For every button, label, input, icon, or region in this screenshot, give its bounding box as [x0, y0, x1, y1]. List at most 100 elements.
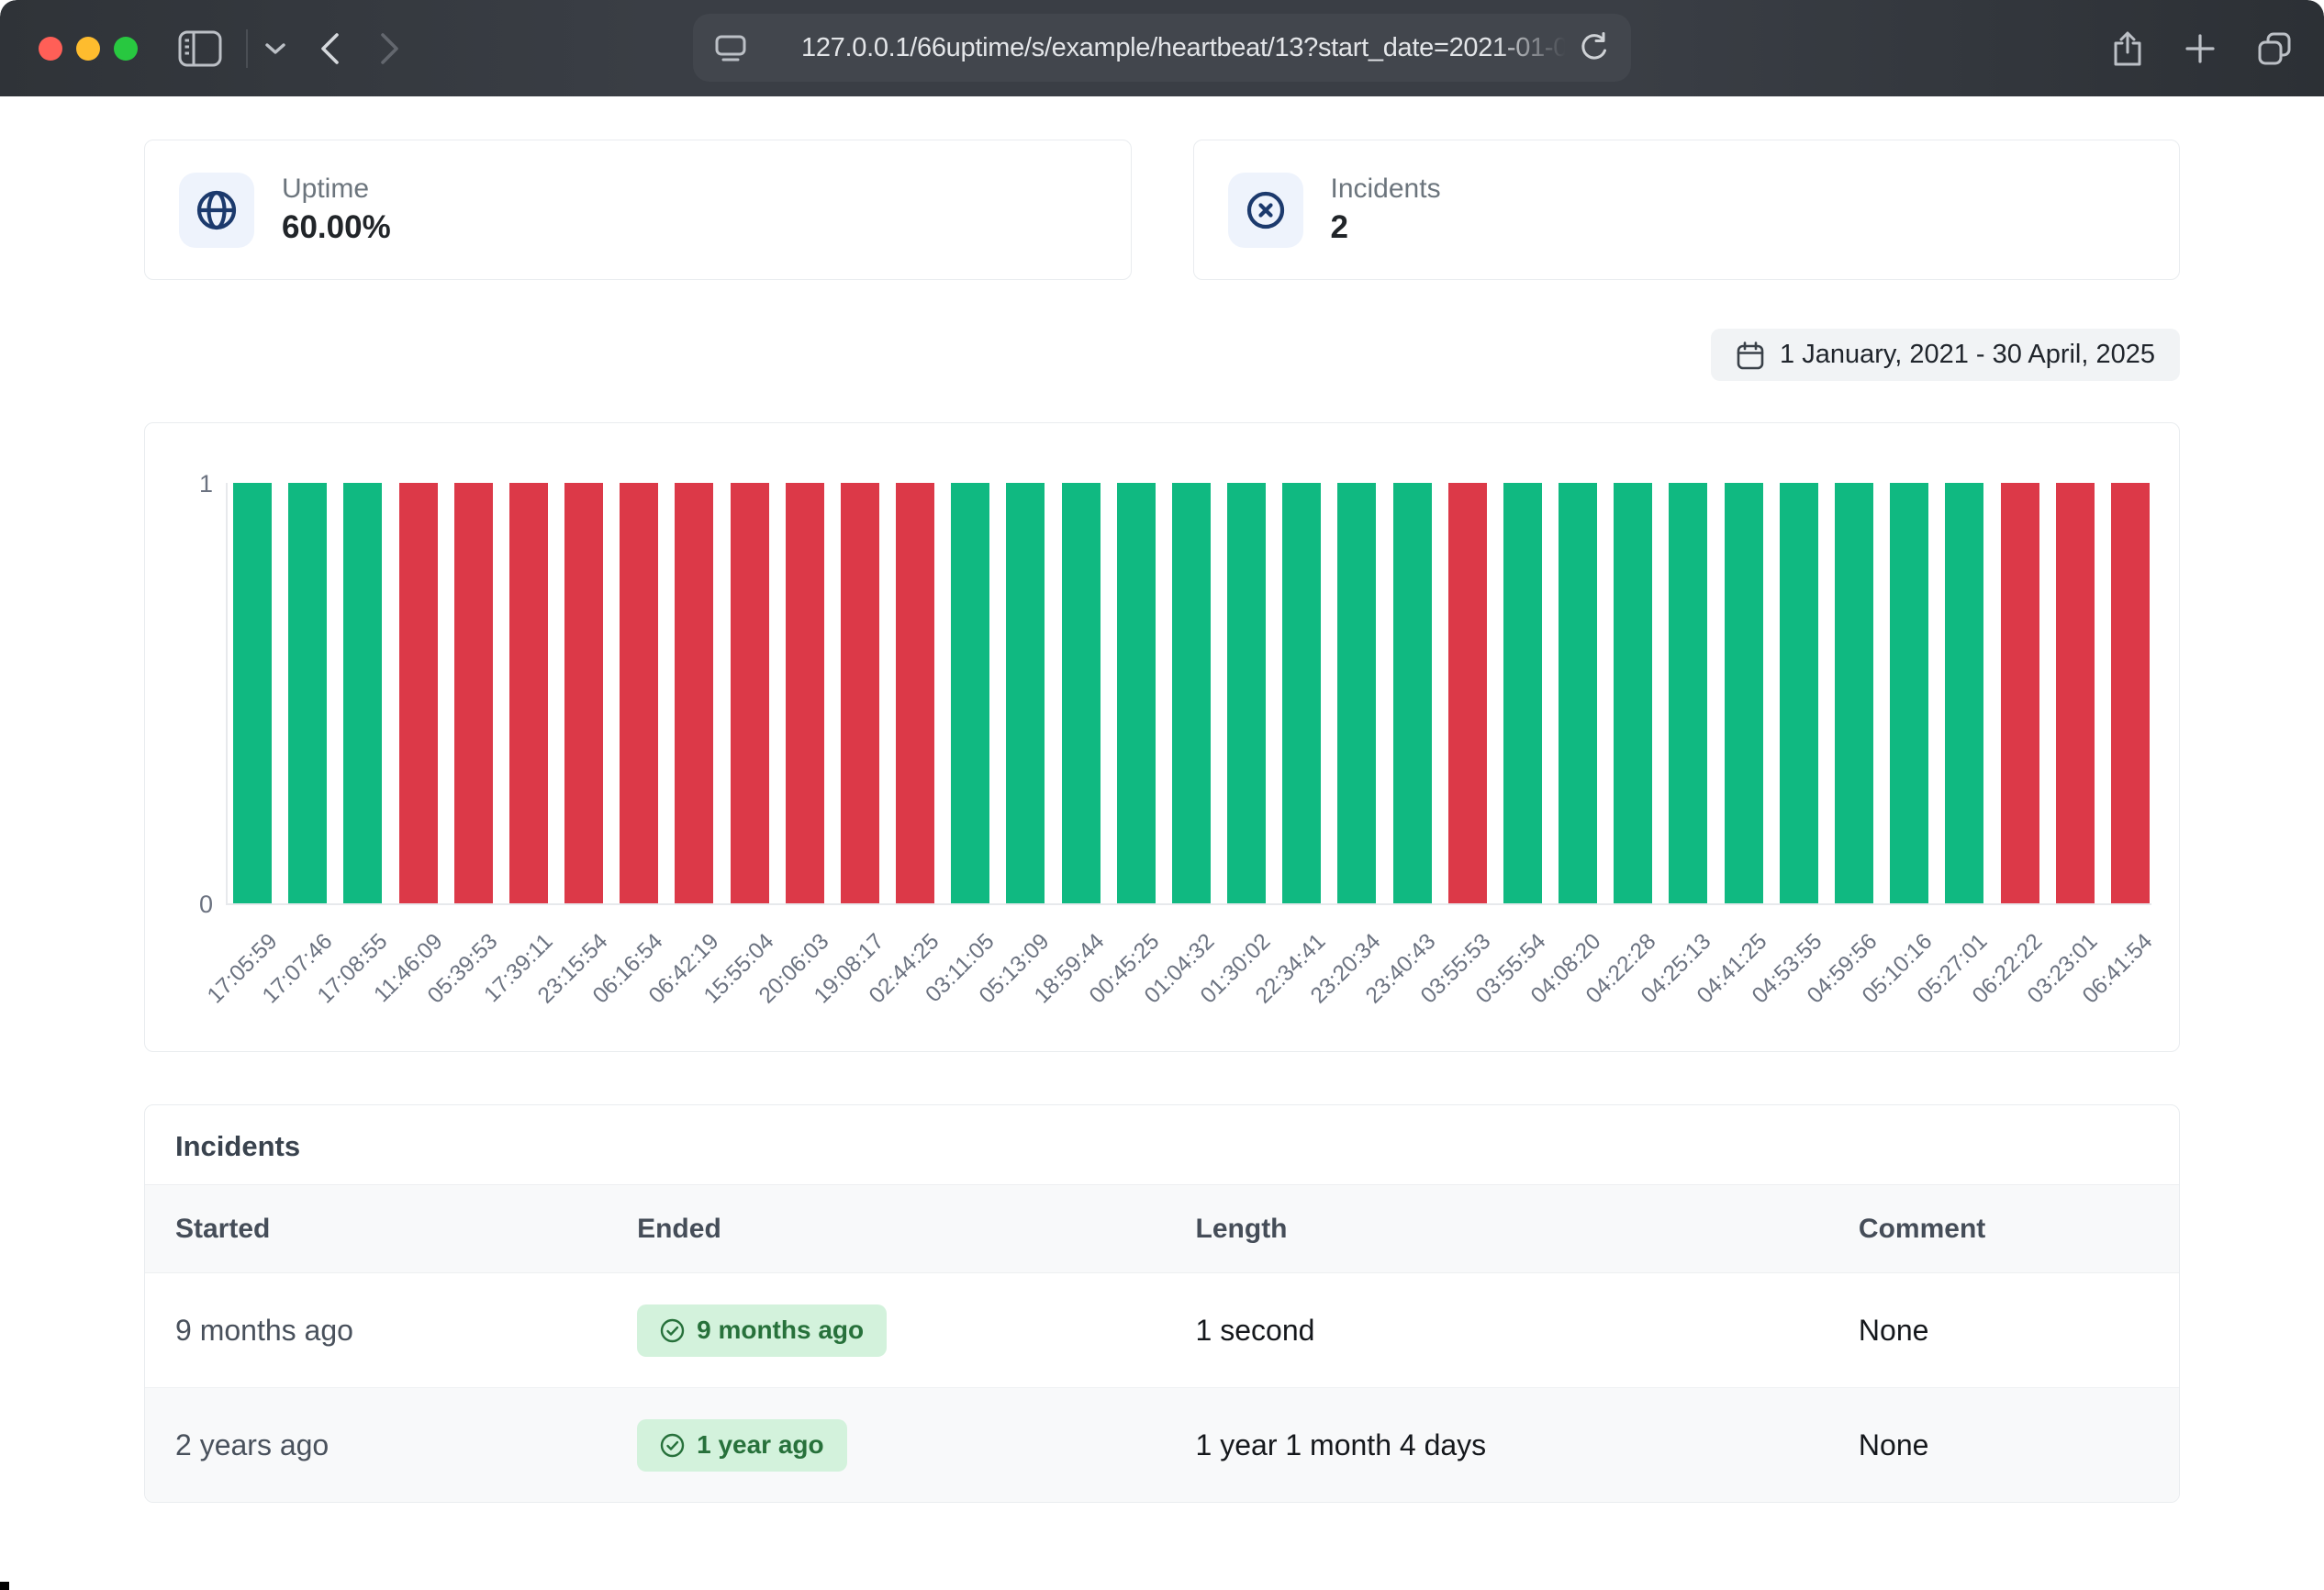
comment-cell: None	[1859, 1314, 2149, 1348]
heartbeat-bar[interactable]	[620, 483, 658, 903]
x-axis-label: 17:07:46	[288, 914, 327, 1043]
heartbeat-bar[interactable]	[2056, 483, 2095, 903]
heartbeat-bar[interactable]	[1725, 483, 1763, 903]
back-icon[interactable]	[319, 32, 340, 65]
column-header-started: Started	[175, 1214, 637, 1245]
x-axis-label: 05:10:16	[1888, 914, 1927, 1043]
started-cell: 2 years ago	[175, 1428, 637, 1462]
x-axis-label: 15:55:04	[730, 914, 768, 1043]
heartbeat-bar[interactable]	[1282, 483, 1321, 903]
heartbeat-bar[interactable]	[454, 483, 493, 903]
minimize-window-button[interactable]	[76, 37, 100, 61]
heartbeat-bar[interactable]	[731, 483, 769, 903]
date-range-button[interactable]: 1 January, 2021 - 30 April, 2025	[1711, 329, 2180, 381]
address-bar[interactable]: 127.0.0.1/66uptime/s/example/heartbeat/1…	[693, 14, 1631, 82]
browser-window: 127.0.0.1/66uptime/s/example/heartbeat/1…	[0, 0, 2324, 1590]
heartbeat-bar[interactable]	[1227, 483, 1266, 903]
x-axis-label: 05:27:01	[1943, 914, 1982, 1043]
heartbeat-bar[interactable]	[509, 483, 548, 903]
sidebar-toggle-icon[interactable]	[178, 30, 222, 67]
forward-icon[interactable]	[380, 32, 400, 65]
x-axis-labels: 17:05:5917:07:4617:08:5511:46:0905:39:53…	[233, 914, 2148, 1043]
uptime-card: Uptime 60.00%	[144, 140, 1132, 280]
new-tab-icon[interactable]	[2184, 33, 2216, 64]
tab-overview-icon[interactable]	[2256, 30, 2293, 67]
share-icon[interactable]	[2111, 30, 2144, 67]
date-range-row: 1 January, 2021 - 30 April, 2025	[144, 329, 2180, 381]
heartbeat-bar[interactable]	[1393, 483, 1432, 903]
x-axis-label: 04:59:56	[1833, 914, 1871, 1043]
y-axis: 1 0	[173, 483, 226, 905]
toolbar-divider	[246, 29, 248, 68]
close-window-button[interactable]	[39, 37, 62, 61]
chart-plot-area	[226, 483, 2151, 905]
heartbeat-bar[interactable]	[1006, 483, 1045, 903]
heartbeat-bar[interactable]	[343, 483, 382, 903]
url-text[interactable]: 127.0.0.1/66uptime/s/example/heartbeat/1…	[801, 33, 1578, 63]
length-cell: 1 second	[1196, 1314, 1859, 1348]
heartbeat-bar[interactable]	[896, 483, 934, 903]
heartbeat-bar[interactable]	[1945, 483, 1983, 903]
heartbeat-bar[interactable]	[841, 483, 879, 903]
window-icon	[713, 30, 748, 65]
heartbeat-bar[interactable]	[1890, 483, 1928, 903]
incidents-table-card: Incidents Started Ended Length Comment 9…	[144, 1104, 2180, 1503]
column-header-length: Length	[1196, 1214, 1859, 1245]
heartbeat-bar[interactable]	[675, 483, 713, 903]
x-axis-label: 04:25:13	[1668, 914, 1706, 1043]
x-axis-label: 18:59:44	[1061, 914, 1100, 1043]
uptime-value: 60.00%	[282, 210, 391, 246]
heartbeat-bar[interactable]	[1559, 483, 1597, 903]
heartbeat-bar[interactable]	[951, 483, 989, 903]
x-axis-label: 04:22:28	[1613, 914, 1651, 1043]
x-axis-label: 17:39:11	[509, 914, 548, 1043]
incidents-table-title: Incidents	[145, 1105, 2179, 1184]
heartbeat-bar[interactable]	[399, 483, 438, 903]
incidents-card: Incidents 2	[1193, 140, 2181, 280]
toolbar-right-icons	[2111, 0, 2293, 96]
heartbeat-bar[interactable]	[786, 483, 824, 903]
heartbeat-bar[interactable]	[2001, 483, 2039, 903]
heartbeat-bar[interactable]	[1062, 483, 1101, 903]
y-tick-1: 1	[199, 470, 213, 498]
started-cell: 9 months ago	[175, 1314, 637, 1348]
heartbeat-bar[interactable]	[1172, 483, 1211, 903]
globe-icon	[179, 173, 254, 248]
reload-icon[interactable]	[1578, 31, 1611, 64]
heartbeat-bar[interactable]	[233, 483, 272, 903]
zoom-window-button[interactable]	[114, 37, 138, 61]
x-axis-label: 01:30:02	[1226, 914, 1265, 1043]
traffic-lights	[0, 37, 138, 61]
incidents-value: 2	[1331, 210, 1441, 246]
heartbeat-bars	[233, 483, 2150, 903]
heartbeat-bar[interactable]	[1835, 483, 1873, 903]
heartbeat-bar[interactable]	[1448, 483, 1487, 903]
ended-badge: 9 months ago	[637, 1304, 887, 1357]
heartbeat-bar[interactable]	[1117, 483, 1156, 903]
heartbeat-chart-card: 1 0 17:05:5917:07:4617:08:5511:46:0905:3…	[144, 422, 2180, 1052]
heartbeat-bar[interactable]	[1503, 483, 1542, 903]
x-axis-label: 06:42:19	[675, 914, 713, 1043]
heartbeat-bar[interactable]	[288, 483, 327, 903]
heartbeat-bar[interactable]	[1669, 483, 1707, 903]
heartbeat-bar[interactable]	[564, 483, 603, 903]
x-axis-label: 17:05:59	[233, 914, 272, 1043]
heartbeat-bar[interactable]	[2111, 483, 2150, 903]
heartbeat-bar[interactable]	[1780, 483, 1818, 903]
comment-cell: None	[1859, 1428, 2149, 1462]
x-axis-label: 23:20:34	[1336, 914, 1375, 1043]
x-axis-label: 02:44:25	[895, 914, 933, 1043]
x-axis-label: 11:46:09	[398, 914, 437, 1043]
corner-artifact	[0, 1582, 9, 1590]
calendar-icon	[1736, 341, 1765, 370]
page-content: Uptime 60.00% Incidents 2	[0, 96, 2324, 1503]
date-range-label: 1 January, 2021 - 30 April, 2025	[1780, 340, 2155, 370]
column-header-comment: Comment	[1859, 1214, 2149, 1245]
ended-cell: 1 year ago	[637, 1419, 1195, 1472]
heartbeat-bar[interactable]	[1614, 483, 1652, 903]
x-axis-label: 05:13:09	[1006, 914, 1045, 1043]
x-circle-icon	[1228, 173, 1303, 248]
chevron-down-icon[interactable]	[264, 42, 286, 55]
heartbeat-bar[interactable]	[1337, 483, 1376, 903]
incidents-rows: 9 months ago9 months ago1 secondNone2 ye…	[145, 1273, 2179, 1502]
